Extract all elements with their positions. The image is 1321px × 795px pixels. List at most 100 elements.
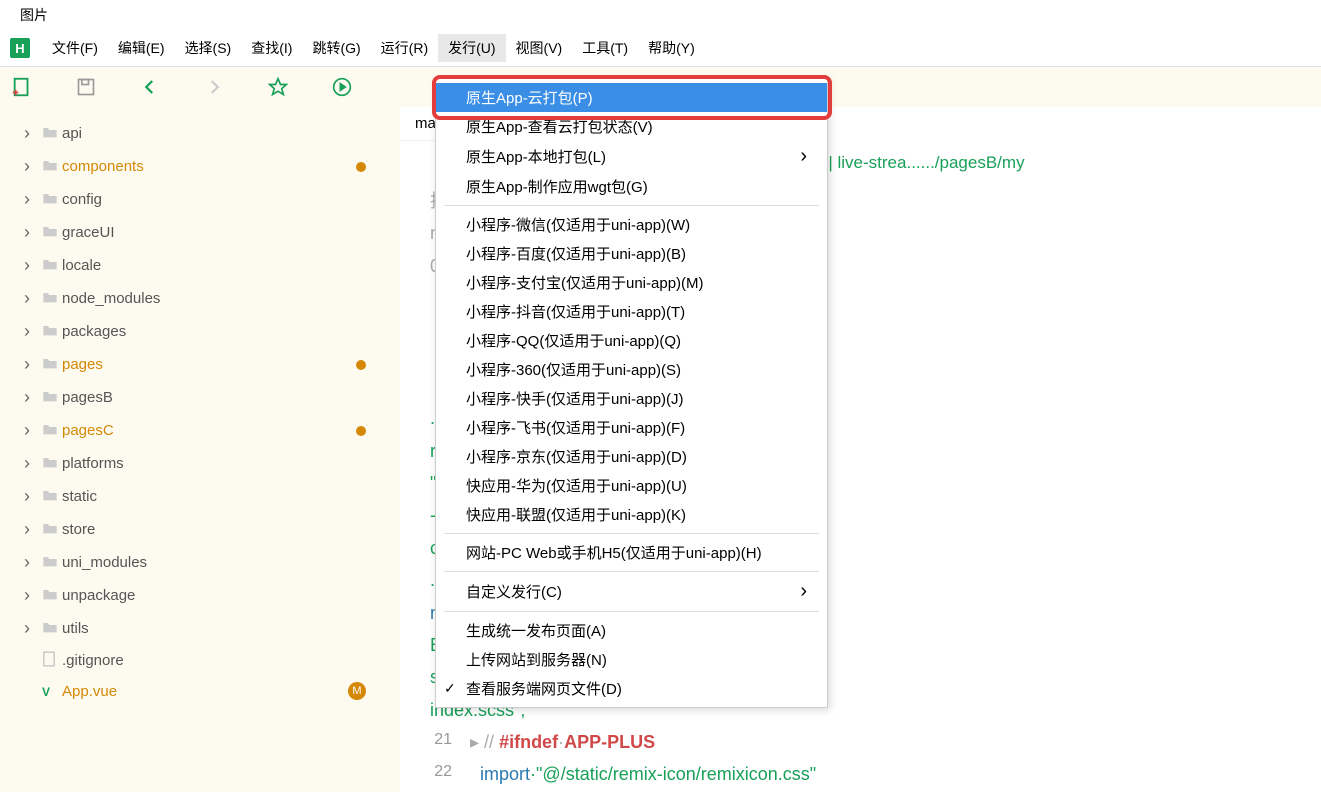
tree-label: pagesB: [62, 389, 376, 406]
tree-item[interactable]: ›unpackage: [20, 579, 380, 612]
tree-label: .gitignore: [62, 652, 376, 669]
folder-icon: [42, 257, 62, 274]
dropdown-item[interactable]: 快应用-联盟(仅适用于uni-app)(K): [436, 500, 827, 529]
chevron-right-icon: ›: [800, 580, 807, 603]
tree-item[interactable]: › uni_modules: [20, 546, 380, 579]
dropdown-label: 小程序-快手(仅适用于uni-app)(J): [466, 388, 684, 409]
dropdown-label: 小程序-飞书(仅适用于uni-app)(F): [466, 417, 685, 438]
dropdown-label: 小程序-抖音(仅适用于uni-app)(T): [466, 301, 685, 322]
dropdown-label: 生成统一发布页面(A): [466, 620, 606, 641]
tree-item[interactable]: ›config: [20, 183, 380, 216]
tree-item[interactable]: ›api: [20, 117, 380, 150]
tree-item[interactable]: ›store: [20, 513, 380, 546]
tree-item[interactable]: ›node_modules: [20, 282, 380, 315]
folder-icon: [42, 290, 62, 307]
run-icon[interactable]: [330, 75, 354, 99]
menu-item[interactable]: 编辑(E): [108, 34, 175, 62]
dropdown-item[interactable]: 小程序-快手(仅适用于uni-app)(J): [436, 384, 827, 413]
dropdown-separator: [444, 571, 819, 572]
folder-icon: [42, 620, 62, 637]
tree-label: uni_modules: [62, 554, 376, 571]
tree-item[interactable]: ›utils: [20, 612, 380, 645]
dropdown-label: 原生App-云打包(P): [466, 87, 593, 108]
tree-item[interactable]: VApp.vueM: [20, 676, 380, 706]
dropdown-item[interactable]: 网站-PC Web或手机H5(仅适用于uni-app)(H): [436, 538, 827, 567]
menu-item[interactable]: 运行(R): [371, 34, 438, 62]
dropdown-item[interactable]: 小程序-360(仅适用于uni-app)(S): [436, 355, 827, 384]
dropdown-label: 原生App-查看云打包状态(V): [466, 116, 653, 137]
chevron-right-icon: ›: [24, 321, 42, 342]
dropdown-label: 小程序-支付宝(仅适用于uni-app)(M): [466, 272, 704, 293]
menu-item[interactable]: 跳转(G): [302, 34, 370, 62]
tree-item[interactable]: ›locale: [20, 249, 380, 282]
file-explorer[interactable]: ›api›components›config›graceUI›locale›no…: [0, 107, 400, 792]
folder-icon: [42, 191, 62, 208]
dropdown-item[interactable]: 自定义发行(C) ›: [436, 576, 827, 607]
back-icon[interactable]: [138, 75, 162, 99]
dropdown-item[interactable]: ✓查看服务端网页文件(D): [436, 674, 827, 703]
tree-item[interactable]: ›components: [20, 150, 380, 183]
forward-icon[interactable]: [202, 75, 226, 99]
dropdown-item[interactable]: 原生App-本地打包(L)›: [436, 141, 827, 172]
tree-item[interactable]: ›pagesB: [20, 381, 380, 414]
dropdown-separator: [444, 205, 819, 206]
tree-item[interactable]: .gitignore: [20, 645, 380, 676]
tree-label: config: [62, 191, 376, 208]
dropdown-item[interactable]: 小程序-百度(仅适用于uni-app)(B): [436, 239, 827, 268]
menu-item[interactable]: 发行(U): [438, 34, 505, 62]
chevron-right-icon: ›: [24, 552, 42, 573]
dropdown-item[interactable]: 小程序-抖音(仅适用于uni-app)(T): [436, 297, 827, 326]
menu-item[interactable]: 视图(V): [506, 34, 573, 62]
dropdown-label: 小程序-微信(仅适用于uni-app)(W): [466, 214, 690, 235]
menu-item[interactable]: 文件(F): [42, 34, 108, 62]
dropdown-item[interactable]: 上传网站到服务器(N): [436, 645, 827, 674]
dropdown-item[interactable]: 小程序-京东(仅适用于uni-app)(D): [436, 442, 827, 471]
dropdown-item[interactable]: 原生App-查看云打包状态(V): [436, 112, 827, 141]
chevron-right-icon: ›: [24, 255, 42, 276]
dropdown-item[interactable]: 生成统一发布页面(A): [436, 616, 827, 645]
tree-label: pagesC: [62, 422, 356, 439]
folder-icon: [42, 356, 62, 373]
tree-item[interactable]: ›pagesC: [20, 414, 380, 447]
file-icon: [42, 651, 62, 670]
star-icon[interactable]: [266, 75, 290, 99]
menu-item[interactable]: 工具(T): [572, 34, 638, 62]
menu-item[interactable]: 选择(S): [175, 34, 242, 62]
dropdown-item[interactable]: 快应用-华为(仅适用于uni-app)(U): [436, 471, 827, 500]
modified-dot-icon: [356, 426, 366, 436]
tree-item[interactable]: ›pages: [20, 348, 380, 381]
new-file-icon[interactable]: [10, 75, 34, 99]
dropdown-label: 原生App-本地打包(L): [466, 146, 606, 167]
dropdown-label: 小程序-360(仅适用于uni-app)(S): [466, 359, 681, 380]
folder-icon: [42, 125, 62, 142]
folder-icon: [42, 158, 62, 175]
tree-label: store: [62, 521, 376, 538]
dropdown-label: 小程序-百度(仅适用于uni-app)(B): [466, 243, 686, 264]
save-icon[interactable]: [74, 75, 98, 99]
menu-item[interactable]: 帮助(Y): [638, 34, 705, 62]
dropdown-item[interactable]: 小程序-飞书(仅适用于uni-app)(F): [436, 413, 827, 442]
chevron-right-icon: ›: [24, 288, 42, 309]
tree-label: platforms: [62, 455, 376, 472]
app-logo-icon: H: [10, 38, 30, 58]
tree-item[interactable]: › packages: [20, 315, 380, 348]
dropdown-label: 自定义发行(C): [466, 581, 562, 602]
tree-item[interactable]: ›static: [20, 480, 380, 513]
file-icon: V: [42, 683, 62, 699]
tree-item[interactable]: ›platforms: [20, 447, 380, 480]
dropdown-label: 原生App-制作应用wgt包(G): [466, 176, 648, 197]
publish-dropdown: 原生App-云打包(P) 原生App-查看云打包状态(V) 原生App-本地打包(L…: [435, 78, 828, 708]
chevron-right-icon: ›: [24, 618, 42, 639]
dropdown-label: 小程序-京东(仅适用于uni-app)(D): [466, 446, 687, 467]
menu-item[interactable]: 查找(I): [241, 34, 302, 62]
dropdown-item[interactable]: 小程序-支付宝(仅适用于uni-app)(M): [436, 268, 827, 297]
tree-label: packages: [62, 323, 376, 340]
tree-label: static: [62, 488, 376, 505]
tree-item[interactable]: ›graceUI: [20, 216, 380, 249]
dropdown-item[interactable]: 原生App-云打包(P): [436, 83, 827, 112]
dropdown-item[interactable]: 原生App-制作应用wgt包(G): [436, 172, 827, 201]
dropdown-item[interactable]: 小程序-QQ(仅适用于uni-app)(Q): [436, 326, 827, 355]
dropdown-separator: [444, 533, 819, 534]
dropdown-item[interactable]: 小程序-微信(仅适用于uni-app)(W): [436, 210, 827, 239]
dropdown-label: 快应用-华为(仅适用于uni-app)(U): [466, 475, 687, 496]
